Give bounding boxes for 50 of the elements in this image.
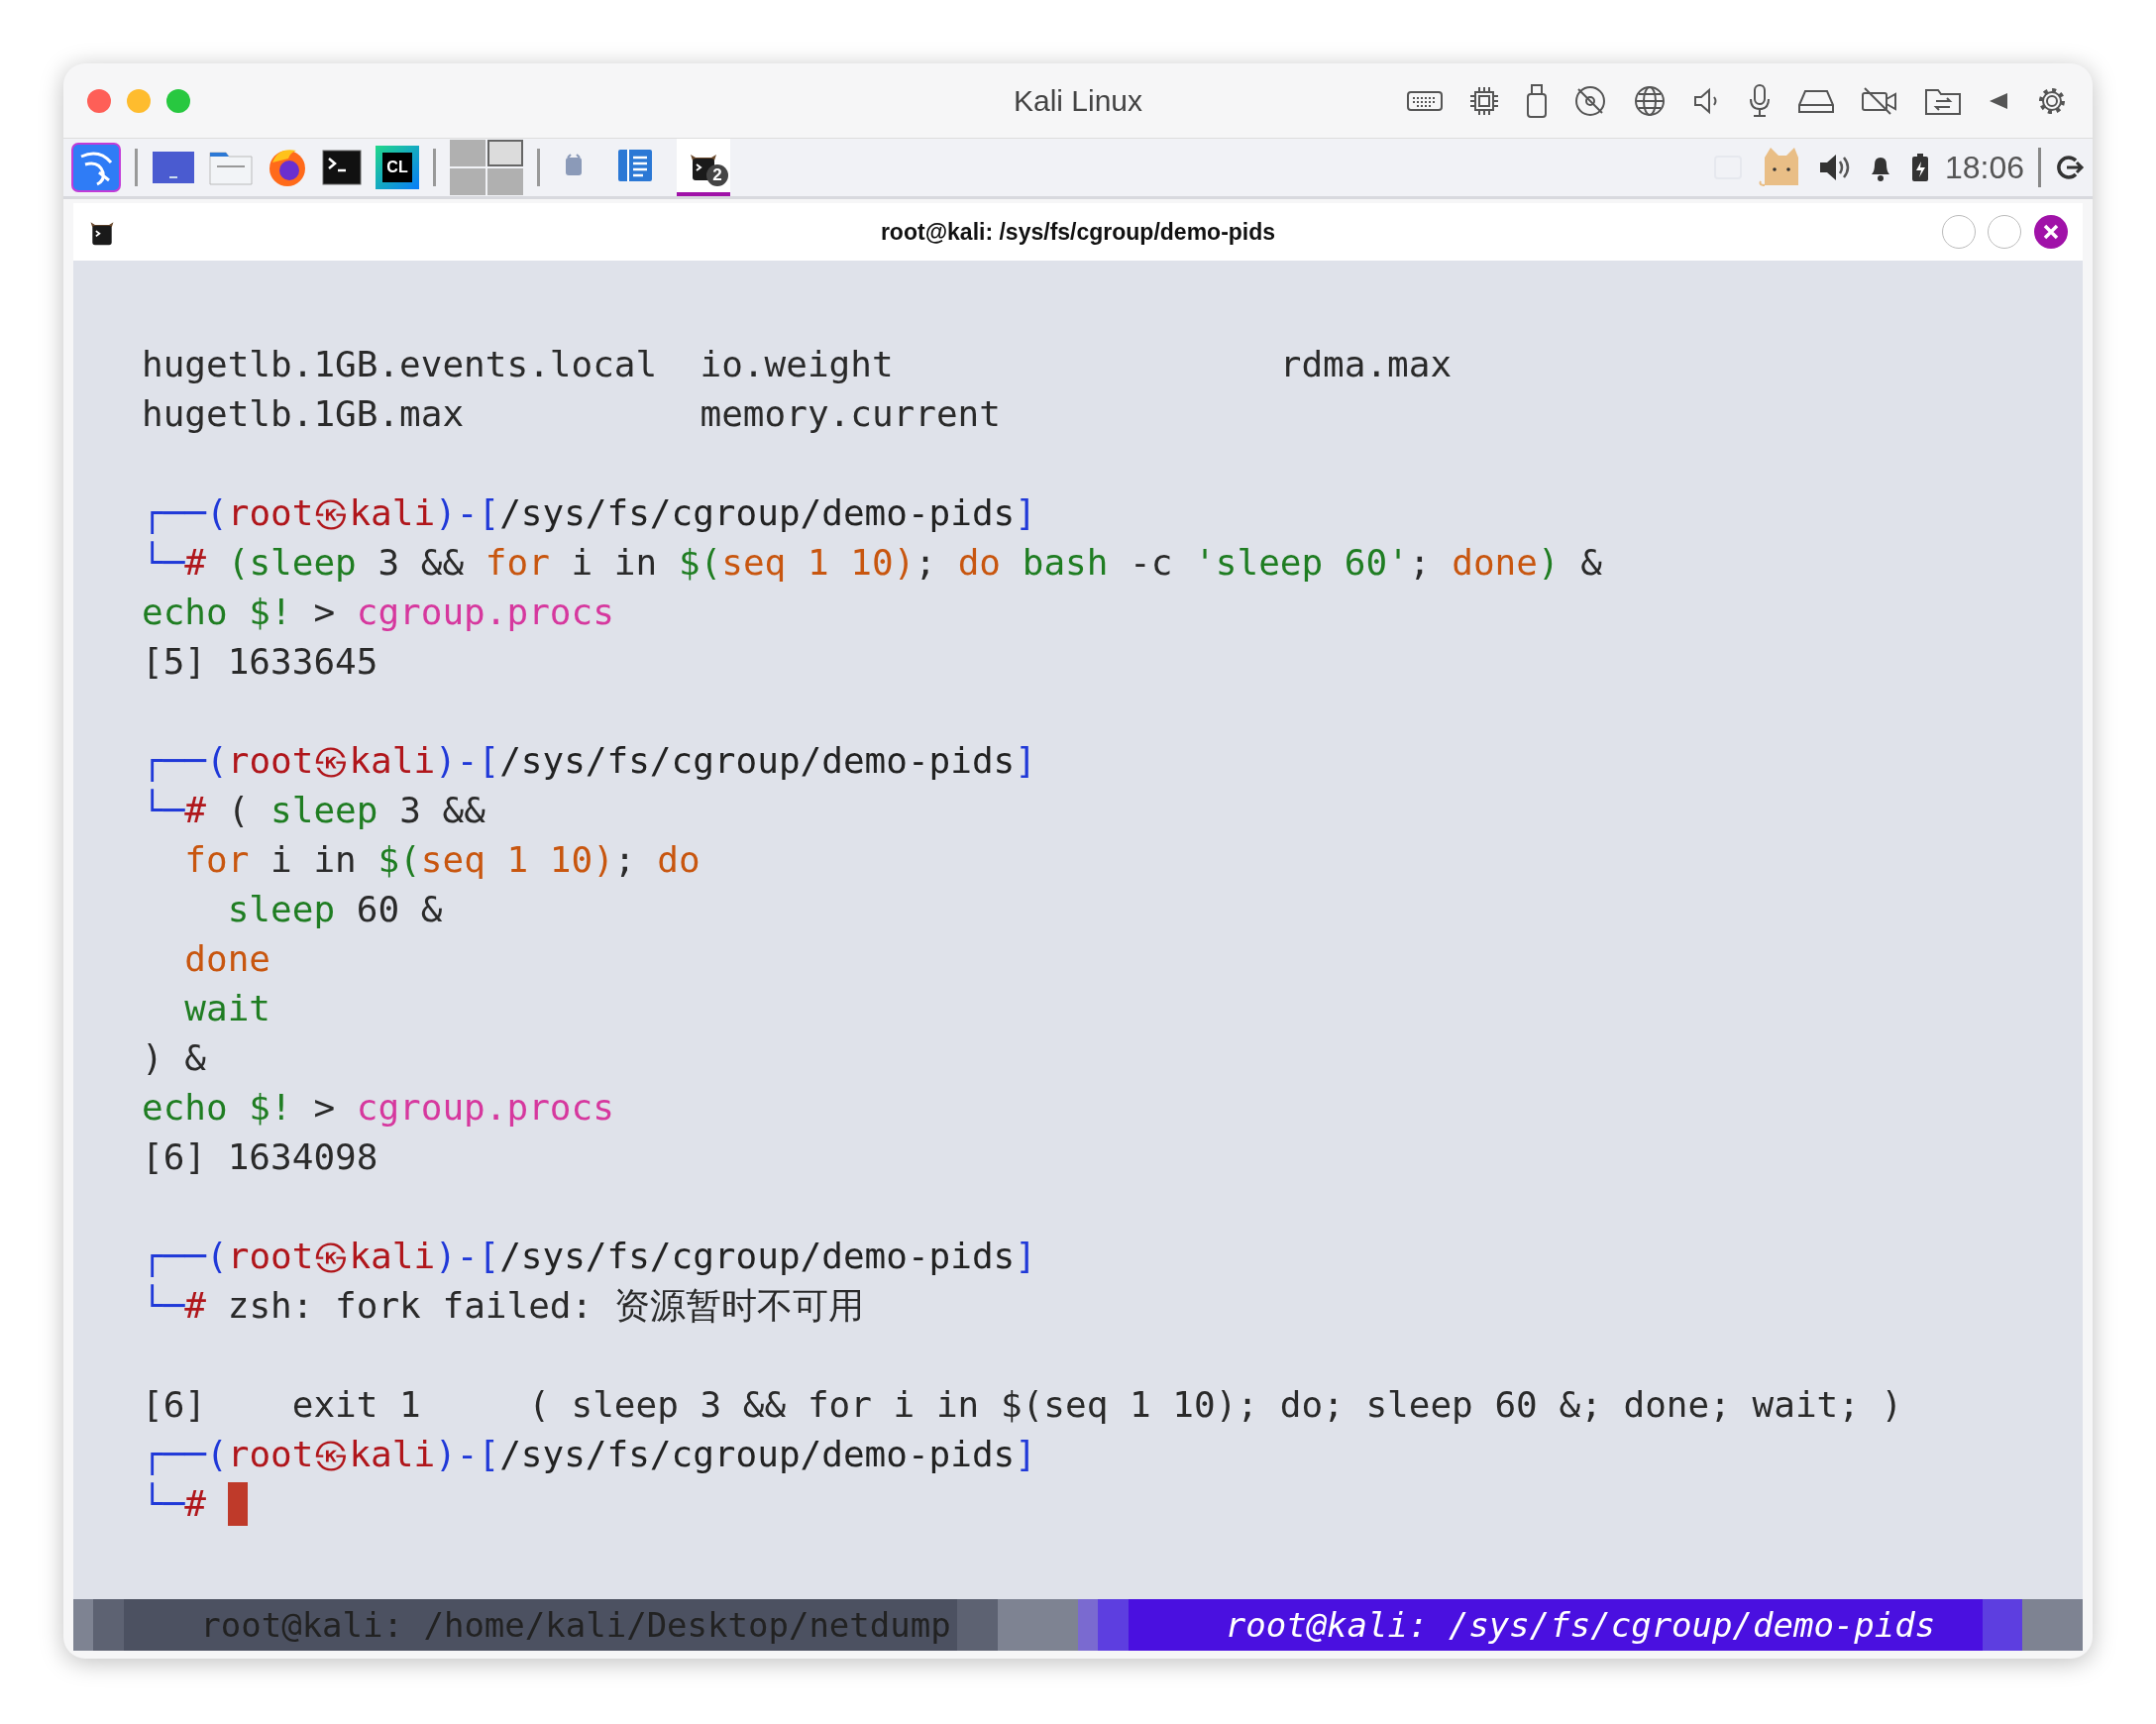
output-line: [6] 1634098: [142, 1135, 378, 1179]
chip-icon[interactable]: [1468, 84, 1500, 117]
crossed-disc-icon[interactable]: [1573, 83, 1607, 118]
job-command: ( sleep 3 && for i in $(seq 1 10); do; sleep 60 &; done; wait; ): [528, 1383, 1903, 1427]
app-icon: [564, 154, 584, 177]
prompt-line: ┌──(root㉿kali)-[/sys/fs/cgroup/demo-pids]: [142, 1235, 1036, 1279]
file-name: rdma.max: [1279, 343, 1453, 386]
file-name: io.weight: [700, 343, 895, 386]
usb-drive-icon[interactable]: [1526, 83, 1548, 118]
file-name: hugetlb.1GB.max: [142, 392, 466, 436]
output-line: echo $! > cgroup.procs: [142, 1086, 614, 1130]
logout-icon[interactable]: [2055, 153, 2085, 182]
count-badge: 2: [706, 164, 728, 186]
prompt-line: ┌──(root㉿kali)-[/sys/fs/cgroup/demo-pids]: [142, 491, 1036, 536]
prompt-line: ┌──(root㉿kali)-[/sys/fs/cgroup/demo-pids]: [142, 1433, 1036, 1477]
terminal-title: root@kali: /sys/fs/cgroup/demo-pids: [880, 218, 1276, 246]
dragon-icon[interactable]: [71, 143, 121, 192]
file-name: memory.current: [700, 392, 1002, 436]
output-line: [5] 1633645: [142, 640, 378, 684]
job-number: [6]: [142, 1383, 207, 1427]
terminal-icon[interactable]: [322, 150, 362, 185]
folder-icon[interactable]: [209, 150, 253, 185]
prompt-line: ┌──(root㉿kali)-[/sys/fs/cgroup/demo-pids]: [142, 739, 1036, 784]
microphone-icon[interactable]: [1748, 83, 1772, 118]
job-status: exit 1: [291, 1383, 421, 1427]
command-line: └─# (sleep 3 && for i in $(seq 1 10); do bash -c 'sleep 60'; done) &: [142, 540, 1602, 585]
speaker-icon[interactable]: [1817, 153, 1852, 182]
output-line: echo $! > cgroup.procs: [142, 591, 614, 634]
taskbar-button[interactable]: 2: [677, 139, 730, 196]
output-line: sleep 60 &: [226, 888, 443, 931]
notes-icon: [617, 149, 653, 182]
browser-icon[interactable]: [267, 147, 308, 188]
close-button[interactable]: [2033, 214, 2069, 250]
command-line: └─# zsh: fork failed: 资源暂时不可用: [142, 1283, 864, 1328]
keyboard-icon[interactable]: [1407, 88, 1443, 113]
close-button[interactable]: [87, 88, 111, 113]
command-line: └─# ( sleep 3 &&: [142, 788, 485, 832]
command-line: └─#: [142, 1481, 207, 1526]
file-name: hugetlb.1GB.events.local: [142, 343, 659, 386]
workspace-switcher[interactable]: [450, 140, 523, 195]
crossed-camera-icon[interactable]: [1861, 85, 1898, 116]
window-title: Kali Linux: [1013, 83, 1143, 118]
clock[interactable]: 18:06: [1944, 149, 2024, 186]
output-line: done: [183, 937, 271, 981]
globe-icon[interactable]: [1633, 83, 1667, 118]
output-line: wait: [183, 987, 271, 1030]
ide-icon[interactable]: CL: [376, 146, 419, 189]
output-line: for i in $(seq 1 10); do: [183, 838, 701, 882]
monitor-icon[interactable]: [152, 151, 195, 184]
output-line: ) &: [142, 1036, 207, 1080]
